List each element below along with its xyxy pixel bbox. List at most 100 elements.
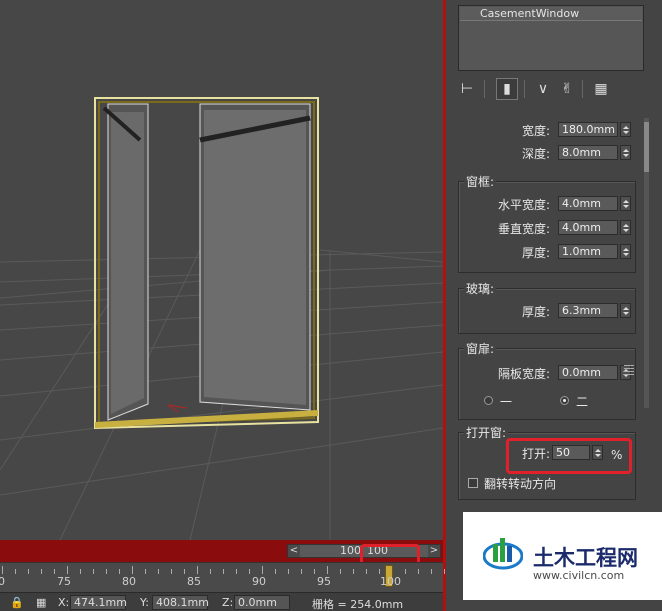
watermark-url: www.civilcn.com bbox=[533, 569, 625, 582]
radio-two-casements[interactable] bbox=[560, 396, 569, 405]
tick-label: 90 bbox=[252, 575, 266, 588]
status-bar: 🔒 ▦ X: 474.1mm Y: 408.1mm Z: 0.0mm 栅格 = … bbox=[0, 592, 443, 611]
track-tick bbox=[353, 569, 354, 574]
z-coord-field[interactable]: 0.0mm bbox=[234, 595, 290, 610]
lock-selection-icon[interactable]: 🔒 bbox=[10, 596, 24, 609]
track-tick bbox=[418, 569, 419, 574]
radio-one-label: 一 bbox=[500, 395, 513, 409]
watermark-title: 土木工程网 bbox=[533, 546, 638, 570]
track-tick bbox=[301, 569, 302, 574]
frame-thickness-spinner[interactable] bbox=[620, 244, 631, 259]
rollout-drag-handle[interactable] bbox=[624, 365, 634, 377]
parameters-rollout: 宽度: 180.0mm 深度: 8.0mm 窗框: 水平宽度: 4.0mm 垂直… bbox=[448, 118, 640, 518]
h-width-spinner[interactable] bbox=[620, 196, 631, 211]
track-tick bbox=[171, 569, 172, 574]
track-tick bbox=[288, 569, 289, 574]
track-tick bbox=[262, 566, 263, 574]
frame-thickness-field[interactable]: 1.0mm bbox=[558, 244, 618, 259]
glazing-thickness-spinner[interactable] bbox=[620, 303, 631, 318]
panel-width-label: 隔板宽度: bbox=[497, 366, 550, 381]
viewport-scene bbox=[0, 97, 443, 540]
track-tick bbox=[236, 569, 237, 574]
track-tick bbox=[184, 569, 185, 574]
glazing-group-title: 玻璃: bbox=[464, 280, 497, 297]
track-tick bbox=[158, 569, 159, 574]
width-spinner[interactable] bbox=[620, 122, 631, 137]
panel-scroll-thumb[interactable] bbox=[644, 122, 649, 172]
modifier-toolbar: ⊢ ▮ ∨ ✌ ▦ bbox=[456, 78, 656, 100]
y-coord-label: Y: bbox=[140, 596, 149, 609]
track-tick bbox=[197, 566, 198, 574]
radio-one-casement[interactable] bbox=[484, 396, 493, 405]
width-field[interactable]: 180.0mm bbox=[558, 122, 618, 137]
track-tick bbox=[444, 569, 445, 574]
next-frame-button[interactable]: > bbox=[428, 545, 440, 557]
track-tick bbox=[119, 569, 120, 574]
open-label: 打开: bbox=[522, 447, 551, 461]
track-tick bbox=[41, 569, 42, 574]
glazing-thickness-label-row: 厚度: bbox=[478, 303, 550, 319]
depth-field[interactable]: 8.0mm bbox=[558, 145, 618, 160]
track-bar[interactable]: 0 75 80 85 90 95 100 bbox=[0, 562, 445, 592]
make-unique-icon[interactable]: ∨ bbox=[532, 78, 554, 100]
open-percent-field[interactable]: 50 bbox=[552, 445, 590, 460]
track-tick bbox=[132, 566, 133, 574]
frame-group-title: 窗框: bbox=[464, 173, 497, 190]
tick-label: 80 bbox=[122, 575, 136, 588]
track-tick bbox=[223, 569, 224, 574]
track-tick bbox=[210, 569, 211, 574]
track-tick bbox=[145, 569, 146, 574]
panel-width-field[interactable]: 0.0mm bbox=[558, 365, 618, 380]
track-tick bbox=[275, 569, 276, 574]
track-tick bbox=[93, 569, 94, 574]
v-width-label: 垂直宽度: bbox=[497, 221, 550, 236]
open-window-group-title: 打开窗: bbox=[464, 424, 509, 441]
track-tick bbox=[340, 569, 341, 574]
casements-group-title: 窗扉: bbox=[464, 340, 497, 357]
transform-mode-icon[interactable]: ▦ bbox=[36, 596, 46, 609]
frame-thickness-label-row: 厚度: bbox=[478, 244, 550, 260]
y-coord-field[interactable]: 408.1mm bbox=[152, 595, 209, 610]
x-coord-field[interactable]: 474.1mm bbox=[70, 595, 127, 610]
tick-label: 75 bbox=[57, 575, 71, 588]
panel-width-label-row: 隔板宽度: bbox=[478, 365, 550, 381]
glazing-thickness-field[interactable]: 6.3mm bbox=[558, 303, 618, 318]
track-tick bbox=[366, 569, 367, 574]
perspective-viewport[interactable] bbox=[0, 0, 443, 540]
track-tick bbox=[80, 569, 81, 574]
pin-stack-icon[interactable]: ⊢ bbox=[456, 78, 478, 100]
prev-frame-button[interactable]: < bbox=[288, 545, 300, 557]
remove-modifier-icon[interactable]: ✌ bbox=[556, 78, 578, 100]
track-tick bbox=[15, 569, 16, 574]
panel-scrollbar[interactable] bbox=[644, 118, 649, 408]
track-tick bbox=[28, 569, 29, 574]
casements-group bbox=[458, 348, 636, 420]
tick-label: 0 bbox=[0, 575, 5, 588]
glazing-thickness-label: 厚度: bbox=[521, 304, 550, 319]
v-width-spinner[interactable] bbox=[620, 220, 631, 235]
track-tick bbox=[431, 569, 432, 574]
v-width-field[interactable]: 4.0mm bbox=[558, 220, 618, 235]
x-coord-label: X: bbox=[58, 596, 70, 609]
track-tick bbox=[106, 569, 107, 574]
flip-swing-checkbox[interactable] bbox=[468, 478, 478, 488]
track-tick bbox=[54, 569, 55, 574]
h-width-label: 水平宽度: bbox=[497, 197, 550, 212]
tick-label: 85 bbox=[187, 575, 201, 588]
object-name-field[interactable]: CasementWindow bbox=[460, 7, 642, 21]
watermark: 土木工程网 www.civilcn.com bbox=[463, 512, 662, 600]
radio-two-label: 二 bbox=[576, 395, 589, 409]
track-tick bbox=[249, 569, 250, 574]
h-width-label-row: 水平宽度: bbox=[478, 196, 550, 212]
time-slider-bar: < 100 100 > bbox=[0, 540, 443, 592]
frame-thickness-label: 厚度: bbox=[521, 245, 550, 260]
open-percent-unit: % bbox=[611, 448, 623, 462]
track-tick bbox=[405, 569, 406, 574]
configure-modifier-sets-icon[interactable]: ▦ bbox=[590, 78, 612, 100]
open-percent-spinner[interactable] bbox=[592, 445, 603, 460]
show-end-result-icon[interactable]: ▮ bbox=[496, 78, 518, 100]
h-width-field[interactable]: 4.0mm bbox=[558, 196, 618, 211]
depth-spinner[interactable] bbox=[620, 145, 631, 160]
flip-swing-label: 翻转转动方向 bbox=[484, 477, 557, 491]
track-tick bbox=[314, 569, 315, 574]
